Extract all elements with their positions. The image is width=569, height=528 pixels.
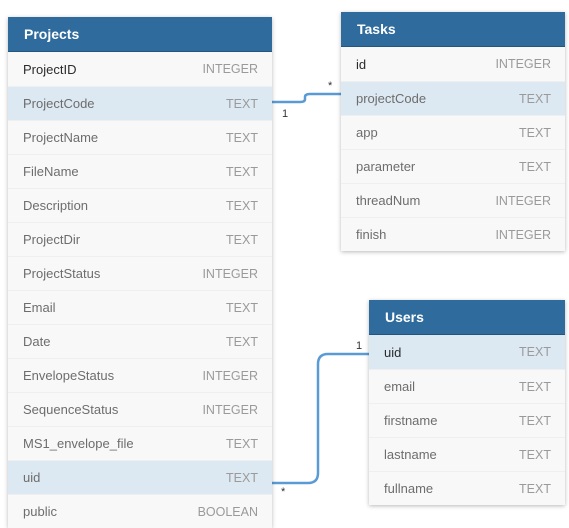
field-name: EnvelopeStatus: [23, 368, 115, 383]
field-row-id[interactable]: id INTEGER: [341, 47, 565, 81]
field-row-public[interactable]: public BOOLEAN: [8, 494, 272, 528]
field-type: TEXT: [226, 130, 258, 145]
field-name: MS1_envelope_file: [23, 436, 134, 451]
field-type: TEXT: [519, 159, 551, 174]
field-type: TEXT: [519, 345, 551, 359]
field-name: parameter: [356, 159, 416, 174]
field-type: TEXT: [226, 470, 258, 485]
field-row-projectstatus[interactable]: ProjectStatus INTEGER: [8, 256, 272, 290]
projects-table-title[interactable]: Projects: [8, 17, 272, 52]
field-row-description[interactable]: Description TEXT: [8, 188, 272, 222]
relation-uid-line: [272, 352, 369, 485]
field-type: INTEGER: [202, 402, 258, 417]
field-name: id: [356, 56, 367, 72]
field-name: ProjectID: [23, 61, 77, 77]
field-name: ProjectName: [23, 130, 99, 145]
field-type: INTEGER: [202, 266, 258, 281]
field-row-uid[interactable]: uid TEXT: [369, 335, 565, 369]
field-row-projectid[interactable]: ProjectID INTEGER: [8, 52, 272, 86]
field-row-fullname[interactable]: fullname TEXT: [369, 471, 565, 505]
field-name: app: [356, 125, 378, 140]
field-name: finish: [356, 227, 387, 242]
relation-projectcode-line: [272, 92, 341, 104]
cardinality-projectcode-from: 1: [282, 108, 289, 120]
field-type: INTEGER: [202, 368, 258, 383]
field-row-uid[interactable]: uid TEXT: [8, 460, 272, 494]
field-type: INTEGER: [495, 57, 551, 71]
field-type: TEXT: [519, 413, 551, 428]
field-type: TEXT: [226, 198, 258, 213]
field-type: TEXT: [226, 436, 258, 451]
field-name: lastname: [384, 447, 437, 462]
field-row-filename[interactable]: FileName TEXT: [8, 154, 272, 188]
field-name: uid: [23, 470, 41, 485]
field-row-parameter[interactable]: parameter TEXT: [341, 149, 565, 183]
field-row-threadnum[interactable]: threadNum INTEGER: [341, 183, 565, 217]
field-type: TEXT: [226, 334, 258, 349]
field-row-projectdir[interactable]: ProjectDir TEXT: [8, 222, 272, 256]
field-name: firstname: [384, 413, 438, 428]
field-type: TEXT: [519, 91, 551, 106]
field-name: Date: [23, 334, 51, 349]
users-table[interactable]: Users uid TEXT email TEXT firstname TEXT la…: [369, 300, 565, 505]
field-row-email[interactable]: email TEXT: [369, 369, 565, 403]
field-type: TEXT: [226, 232, 258, 247]
field-row-ms1-envelope-file[interactable]: MS1_envelope_file TEXT: [8, 426, 272, 460]
field-type: TEXT: [519, 125, 551, 140]
users-table-title[interactable]: Users: [369, 300, 565, 335]
field-name: FileName: [23, 164, 79, 179]
field-type: INTEGER: [495, 227, 551, 242]
field-type: TEXT: [519, 379, 551, 394]
field-row-projectcode[interactable]: projectCode TEXT: [341, 81, 565, 115]
field-type: TEXT: [226, 96, 258, 111]
projects-table[interactable]: Projects ProjectID INTEGER ProjectCode TEX…: [8, 17, 272, 528]
field-type: BOOLEAN: [197, 504, 258, 519]
field-type: TEXT: [519, 447, 551, 462]
field-name: ProjectStatus: [23, 266, 101, 281]
field-type: TEXT: [226, 300, 258, 315]
field-name: public: [23, 504, 57, 519]
field-row-projectname[interactable]: ProjectName TEXT: [8, 120, 272, 154]
field-type: INTEGER: [495, 193, 551, 208]
field-row-envelopestatus[interactable]: EnvelopeStatus INTEGER: [8, 358, 272, 392]
field-name: ProjectDir: [23, 232, 81, 247]
field-name: projectCode: [356, 91, 427, 106]
field-name: ProjectCode: [23, 96, 95, 111]
field-row-projectcode[interactable]: ProjectCode TEXT: [8, 86, 272, 120]
field-row-firstname[interactable]: firstname TEXT: [369, 403, 565, 437]
tasks-table[interactable]: Tasks id INTEGER projectCode TEXT app TEXT …: [341, 12, 565, 251]
field-name: uid: [384, 344, 402, 360]
tasks-table-title[interactable]: Tasks: [341, 12, 565, 47]
cardinality-uid-to: 1: [356, 340, 363, 352]
field-name: email: [384, 379, 416, 394]
field-row-lastname[interactable]: lastname TEXT: [369, 437, 565, 471]
cardinality-projectcode-to: *: [328, 80, 333, 92]
field-type: INTEGER: [202, 62, 258, 76]
field-type: TEXT: [519, 481, 551, 496]
field-name: threadNum: [356, 193, 421, 208]
field-type: TEXT: [226, 164, 258, 179]
field-row-email[interactable]: Email TEXT: [8, 290, 272, 324]
field-row-sequencestatus[interactable]: SequenceStatus INTEGER: [8, 392, 272, 426]
field-name: fullname: [384, 481, 434, 496]
field-row-finish[interactable]: finish INTEGER: [341, 217, 565, 251]
field-row-app[interactable]: app TEXT: [341, 115, 565, 149]
field-row-date[interactable]: Date TEXT: [8, 324, 272, 358]
field-name: Description: [23, 198, 89, 213]
field-name: Email: [23, 300, 56, 315]
field-name: SequenceStatus: [23, 402, 119, 417]
cardinality-uid-from: *: [281, 486, 286, 498]
